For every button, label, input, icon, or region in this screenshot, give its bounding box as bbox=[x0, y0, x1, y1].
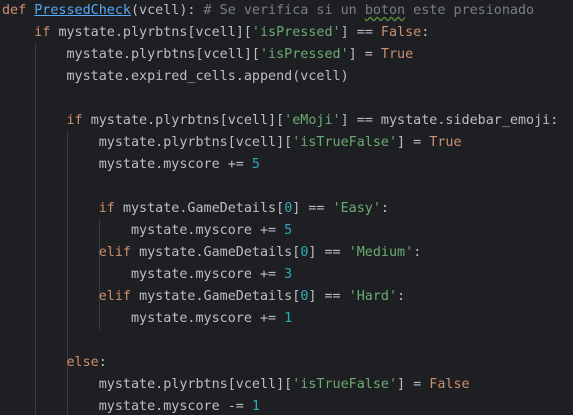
code-line[interactable]: if mystate.plyrbtns[vcell]['isPressed'] … bbox=[2, 22, 429, 44]
code-token: mystate.plyrbtns[vcell][ bbox=[2, 47, 260, 62]
code-token: mystate.myscore -= bbox=[2, 399, 252, 414]
code-token: 'isTrueFalse' bbox=[292, 135, 398, 150]
code-token: mystate.GameDetails[ bbox=[122, 201, 285, 216]
code-token: : bbox=[397, 289, 406, 304]
code-token: elif bbox=[98, 289, 140, 304]
code-token: mystate.myscore += bbox=[2, 311, 285, 326]
code-line[interactable]: mystate.expired_cells.append(vcell) bbox=[2, 66, 349, 88]
code-token: else bbox=[66, 355, 99, 370]
code-token: mystate.plyrbtns[vcell][ bbox=[90, 113, 285, 128]
code-token: def bbox=[2, 3, 35, 18]
code-token: if bbox=[34, 25, 59, 40]
code-line[interactable]: mystate.plyrbtns[vcell]['isTrueFalse'] =… bbox=[2, 132, 462, 154]
code-token: 3 bbox=[284, 267, 293, 282]
code-token: : bbox=[413, 245, 422, 260]
code-token: 'eMoji' bbox=[284, 113, 341, 128]
code-line[interactable]: mystate.myscore += 5 bbox=[2, 154, 260, 176]
code-token: 'Hard' bbox=[348, 289, 398, 304]
code-line[interactable]: mystate.plyrbtns[vcell]['isPressed'] = T… bbox=[2, 44, 413, 66]
code-token: mystate.myscore += bbox=[2, 267, 285, 282]
code-line[interactable]: def PressedCheck(vcell): # Se verifica s… bbox=[2, 0, 534, 22]
code-token: mystate.myscore += bbox=[2, 223, 285, 238]
code-token: ] = bbox=[397, 135, 430, 150]
code-token: ] == bbox=[292, 201, 333, 216]
code-line[interactable]: elif mystate.GameDetails[0] == 'Hard': bbox=[2, 286, 405, 308]
code-token: mystate.plyrbtns[vcell][ bbox=[58, 25, 252, 40]
code-token: (vcell): bbox=[131, 3, 196, 18]
code-token: 5 bbox=[251, 157, 260, 172]
code-token: 'isPressed' bbox=[259, 47, 349, 62]
code-token: mystate.GameDetails[ bbox=[139, 245, 301, 260]
code-token: 1 bbox=[284, 311, 293, 326]
code-token: 5 bbox=[284, 223, 293, 238]
code-token: 'Easy' bbox=[332, 201, 381, 216]
code-token: este presionado bbox=[405, 3, 535, 18]
code-token: mystate.plyrbtns[vcell][ bbox=[2, 135, 293, 150]
code-token: : bbox=[380, 201, 389, 216]
code-token: mystate.expired_cells.append(vcell) bbox=[2, 69, 349, 84]
code-token: 'Medium' bbox=[348, 245, 414, 260]
code-line[interactable]: if mystate.plyrbtns[vcell]['eMoji'] == m… bbox=[2, 110, 559, 132]
code-token: if bbox=[66, 113, 91, 128]
code-token: elif bbox=[98, 245, 140, 260]
code-token: 1 bbox=[251, 399, 260, 414]
code-line[interactable]: mystate.myscore += 5 bbox=[2, 220, 292, 242]
code-line[interactable]: if mystate.GameDetails[0] == 'Easy': bbox=[2, 198, 389, 220]
code-line[interactable]: mystate.plyrbtns[vcell]['isTrueFalse'] =… bbox=[2, 374, 470, 396]
code-line[interactable]: mystate.myscore += 3 bbox=[2, 264, 292, 286]
code-token: if bbox=[98, 201, 123, 216]
code-token: ] == bbox=[340, 25, 381, 40]
code-token: 'isPressed' bbox=[251, 25, 341, 40]
code-token: # Se verifica si un bbox=[195, 3, 365, 18]
code-token: ] = bbox=[348, 47, 381, 62]
code-line[interactable]: mystate.myscore += 1 bbox=[2, 308, 292, 330]
code-token: ] == mystate.sidebar_emoji: bbox=[340, 113, 559, 128]
code-token: ] == bbox=[308, 245, 349, 260]
code-token: : bbox=[421, 25, 430, 40]
code-editor[interactable]: def PressedCheck(vcell): # Se verifica s… bbox=[0, 0, 573, 415]
code-token: PressedCheck bbox=[34, 3, 131, 18]
code-line[interactable]: else: bbox=[2, 352, 107, 374]
code-token: ] = bbox=[397, 377, 430, 392]
code-token: True bbox=[429, 135, 462, 150]
code-token: 'isTrueFalse' bbox=[292, 377, 398, 392]
code-token: False bbox=[380, 25, 422, 40]
code-token: mystate.GameDetails[ bbox=[139, 289, 301, 304]
code-token: mystate.myscore += bbox=[2, 157, 252, 172]
code-token: : bbox=[98, 355, 107, 370]
code-token: boton bbox=[364, 3, 406, 18]
code-line[interactable]: elif mystate.GameDetails[0] == 'Medium': bbox=[2, 242, 422, 264]
code-token: True bbox=[380, 47, 414, 62]
code-token: False bbox=[429, 377, 470, 392]
code-token: mystate.plyrbtns[vcell][ bbox=[2, 377, 293, 392]
code-line[interactable]: mystate.myscore -= 1 bbox=[2, 396, 260, 415]
code-token: ] == bbox=[308, 289, 349, 304]
